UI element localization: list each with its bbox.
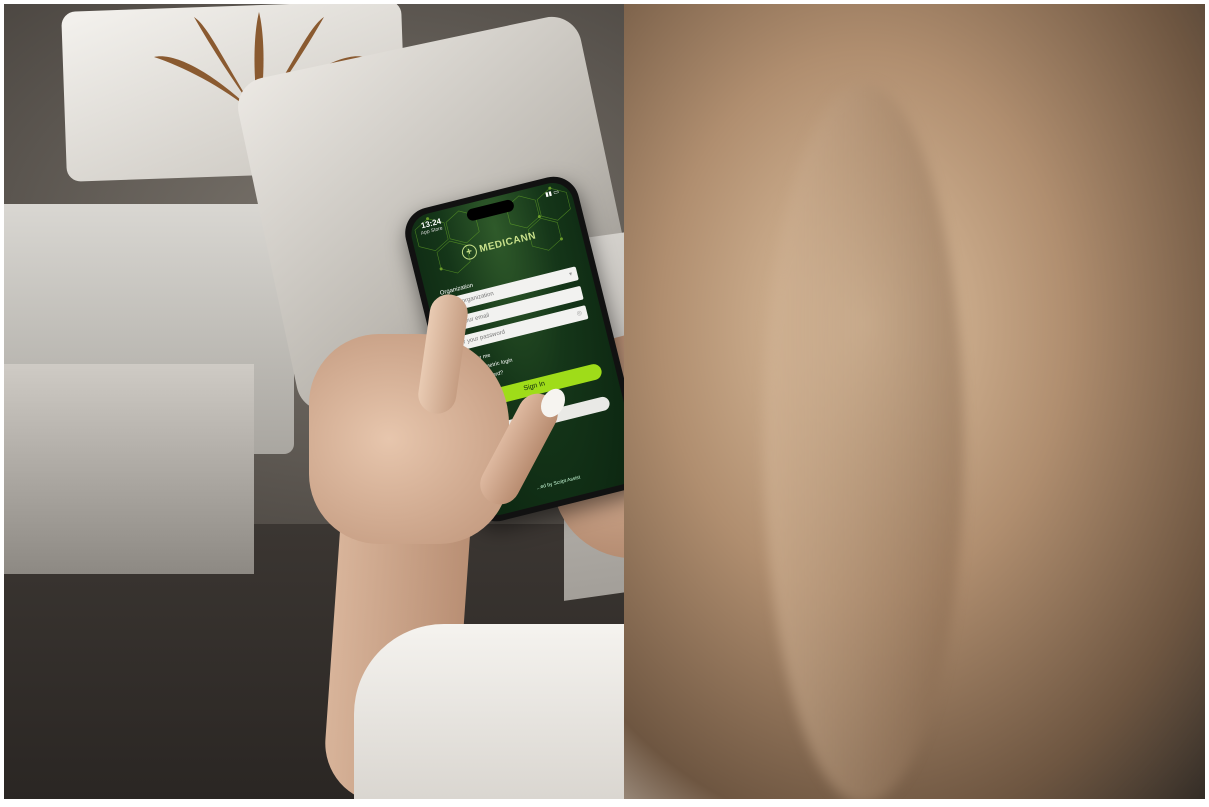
eye-icon[interactable]: ◎ [575, 306, 583, 321]
sofa-base [4, 364, 254, 574]
photo-scene: 13:24 App Store ▮▮ ▭ + MEDICANN Organizat… [4, 4, 1205, 799]
hair-strands [764, 84, 964, 799]
chevron-down-icon: ▾ [568, 271, 574, 278]
left-hand [309, 334, 509, 544]
